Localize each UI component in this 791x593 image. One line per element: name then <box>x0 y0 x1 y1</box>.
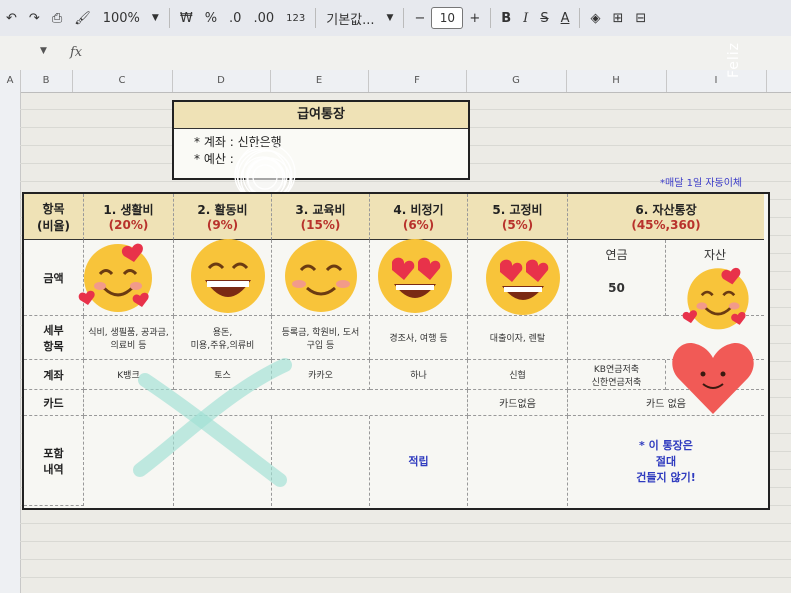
account-info-box: 급여통장 * 계좌 : 신한은행 * 예산 : <box>172 100 470 180</box>
chevron-down-icon[interactable]: ▼ <box>146 5 165 31</box>
account-cell[interactable]: 하나 <box>370 360 468 390</box>
category-header: 5. 고정비 (5%) <box>468 194 568 240</box>
undo-icon[interactable]: ↶ <box>0 5 23 31</box>
pension-label: 연금 <box>605 248 628 262</box>
font-select[interactable]: 기본값... <box>320 5 380 31</box>
print-icon[interactable]: ⎙ <box>46 5 68 31</box>
formula-bar: ▼ fx <box>0 36 791 71</box>
chevron-down-icon[interactable]: ▼ <box>381 5 400 31</box>
category-header: 2. 활동비 (9%) <box>174 194 272 240</box>
divider <box>168 8 170 28</box>
name-box[interactable] <box>8 45 38 61</box>
row-label-amount: 금액 <box>24 240 84 316</box>
increase-decimal-button[interactable]: .00 <box>247 5 280 31</box>
row-label-item: 항목 (비율) <box>24 194 84 240</box>
zoom-select[interactable]: 100% <box>97 5 146 31</box>
percent-button[interactable]: % <box>199 5 223 31</box>
category-name: 5. 고정비 <box>492 203 543 217</box>
row-label-includes: 포함 내역 <box>24 416 84 506</box>
heart-eyes-icon <box>486 241 560 315</box>
category-ratio: (45%,360) <box>631 218 701 232</box>
smiling-face-with-hearts-icon <box>682 267 749 330</box>
column-header-d[interactable]: D <box>172 70 271 92</box>
column-header-e[interactable]: E <box>270 70 369 92</box>
fx-icon: fx <box>70 45 83 60</box>
category-header: 3. 교육비 (15%) <box>272 194 370 240</box>
category-name: 1. 생활비 <box>103 203 154 217</box>
column-header-a[interactable]: A <box>0 70 21 92</box>
category-name: 6. 자산통장 <box>635 203 697 217</box>
smiling-face-icon <box>285 240 357 312</box>
column-header-g[interactable]: G <box>466 70 567 92</box>
category-ratio: (5%) <box>501 218 534 232</box>
category-name: 4. 비정기 <box>393 203 444 217</box>
borders-icon[interactable]: ⊞ <box>606 5 629 31</box>
row-headers <box>0 92 21 593</box>
category-name: 3. 교육비 <box>295 203 346 217</box>
column-header-b[interactable]: B <box>20 70 73 92</box>
category-ratio: (9%) <box>206 218 239 232</box>
category-header: 1. 생활비 (20%) <box>84 194 174 240</box>
currency-button[interactable]: ₩ <box>174 5 199 31</box>
detail-cell[interactable]: 경조사, 여행 등 <box>370 316 468 360</box>
font-size-increase-button[interactable]: + <box>463 5 486 31</box>
font-size-input[interactable]: 10 <box>431 7 464 29</box>
row-label-detail: 세부 항목 <box>24 316 84 360</box>
cross-mark-icon <box>133 358 292 487</box>
card-cell[interactable]: 카드없음 <box>468 390 568 416</box>
amount-cell[interactable]: 연금 50 <box>568 240 666 316</box>
paint-format-icon[interactable]: 🖌 <box>68 5 97 31</box>
italic-button[interactable]: I <box>517 5 534 31</box>
column-header-f[interactable]: F <box>368 70 467 92</box>
smiling-heart-sticker-icon <box>672 343 754 414</box>
row-label-account: 계좌 <box>24 360 84 390</box>
column-header-i[interactable]: I <box>666 70 767 92</box>
account-info-title: 급여통장 <box>174 102 468 129</box>
row-label-card: 카드 <box>24 390 84 416</box>
asset-label: 자산 <box>703 248 727 262</box>
merge-cells-icon[interactable]: ⊟ <box>629 5 652 31</box>
heart-eyes-icon <box>378 239 452 313</box>
bold-button[interactable]: B <box>495 5 517 31</box>
divider <box>579 8 581 28</box>
strikethrough-button[interactable]: S <box>534 5 554 31</box>
includes-cell[interactable]: * 이 통장은 절대 건들지 않기! <box>568 416 764 506</box>
number-format-button[interactable]: 123 <box>280 5 311 31</box>
text-color-button[interactable]: A <box>555 5 576 31</box>
toolbar: ↶ ↷ ⎙ 🖌 100% ▼ ₩ % .0 .00 123 기본값... ▼ −… <box>0 0 791 36</box>
auto-transfer-note: *매달 1일 자동이체 <box>660 178 743 189</box>
detail-cell[interactable]: 대출이자, 렌탈 <box>468 316 568 360</box>
redo-icon[interactable]: ↷ <box>23 5 46 31</box>
category-header: 6. 자산통장 (45%,360) <box>568 194 764 240</box>
category-ratio: (6%) <box>402 218 435 232</box>
decrease-decimal-button[interactable]: .0 <box>223 5 247 31</box>
fill-color-icon[interactable]: ◈ <box>584 5 606 31</box>
watermark: Feliz <box>726 42 742 79</box>
pension-amount: 50 <box>608 281 625 295</box>
divider <box>315 8 317 28</box>
account-cell[interactable]: KB연금저축 신한연금저축 <box>568 360 666 390</box>
divider <box>490 8 492 28</box>
category-ratio: (15%) <box>300 218 341 232</box>
account-cell[interactable]: 신협 <box>468 360 568 390</box>
chevron-down-icon[interactable]: ▼ <box>40 46 47 56</box>
divider <box>403 8 405 28</box>
column-header-h[interactable]: H <box>566 70 667 92</box>
column-header-c[interactable]: C <box>72 70 173 92</box>
column-headers: A B C D E F G H I <box>0 70 791 93</box>
category-ratio: (20%) <box>108 218 149 232</box>
font-size-decrease-button[interactable]: − <box>408 5 431 31</box>
grinning-face-icon <box>191 239 265 313</box>
includes-cell[interactable] <box>468 416 568 506</box>
category-header: 4. 비정기 (6%) <box>370 194 468 240</box>
category-name: 2. 활동비 <box>197 203 248 217</box>
smiling-face-with-hearts-icon <box>78 243 152 312</box>
includes-cell[interactable]: 적립 <box>370 416 468 506</box>
